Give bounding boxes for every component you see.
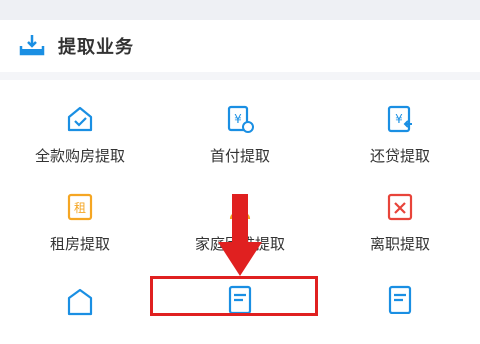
item-rent-withdraw[interactable]: 租 租房提取 bbox=[0, 168, 160, 256]
list-document-icon bbox=[385, 284, 415, 314]
item-label: 租房提取 bbox=[49, 235, 110, 253]
item-full-purchase-withdraw[interactable]: 全款购房提取 bbox=[0, 80, 160, 168]
svg-text:租: 租 bbox=[74, 201, 86, 215]
item-label: 首付提取 bbox=[209, 147, 270, 165]
yen-document-icon: ¥ bbox=[225, 104, 255, 134]
yen-return-icon: ¥ bbox=[385, 104, 415, 134]
annotation-arrow bbox=[218, 194, 262, 276]
rent-tag-icon: 租 bbox=[65, 192, 95, 222]
resign-document-icon bbox=[385, 192, 415, 222]
svg-text:¥: ¥ bbox=[395, 112, 403, 126]
svg-text:¥: ¥ bbox=[234, 112, 242, 126]
item-label: 离职提取 bbox=[369, 235, 430, 253]
yen-house-icon bbox=[65, 286, 95, 316]
section-title: 提取业务 bbox=[58, 37, 134, 58]
top-band bbox=[0, 0, 480, 20]
house-check-icon bbox=[65, 104, 95, 134]
section-header: 提取业务 bbox=[0, 20, 480, 72]
annotation-highlight-box bbox=[150, 276, 318, 316]
item-down-payment-withdraw[interactable]: ¥ 首付提取 bbox=[160, 80, 320, 168]
item-label: 还贷提取 bbox=[369, 147, 430, 165]
item-row3-col1[interactable] bbox=[0, 256, 160, 344]
item-label: 全款购房提取 bbox=[34, 147, 125, 165]
item-loan-repay-withdraw[interactable]: ¥ 还贷提取 bbox=[320, 80, 480, 168]
item-resign-withdraw[interactable]: 离职提取 bbox=[320, 168, 480, 256]
divider bbox=[0, 72, 480, 80]
item-row3-col3[interactable] bbox=[320, 256, 480, 344]
withdraw-tray-icon bbox=[18, 32, 46, 58]
